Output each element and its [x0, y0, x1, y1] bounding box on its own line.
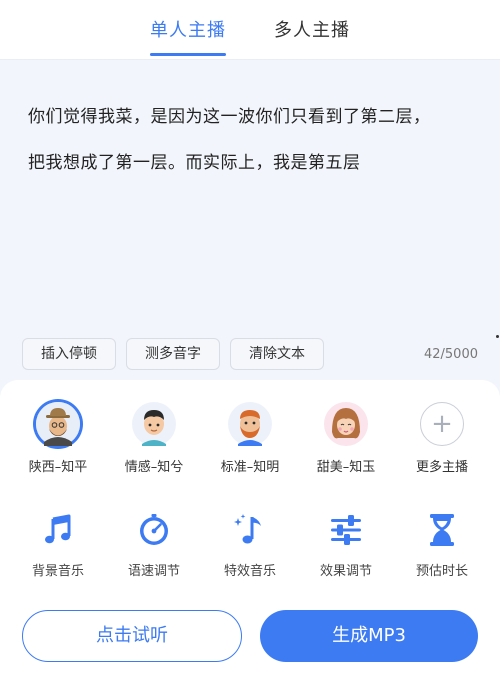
editor-toolbar: 插入停顿 测多音字 清除文本 42/5000	[22, 338, 478, 370]
voice-item-sweet[interactable]: 甜美–知玉	[304, 402, 388, 475]
voice-label: 情感–知兮	[124, 460, 184, 475]
script-line: 把我想成了第一层。而实际上，我是第五层	[28, 153, 361, 173]
bearded-man-avatar-icon	[228, 402, 272, 446]
speed-adjust-button[interactable]: 语速调节	[112, 512, 196, 579]
voice-item-standard[interactable]: 标准–知明	[208, 402, 292, 475]
voice-label: 标准–知明	[220, 460, 280, 475]
voice-list: 陕西–知平 情感–知兮 标准–知明 甜美–知玉 + 更多主播	[0, 402, 500, 475]
voice-label: 陕西–知平	[28, 460, 88, 475]
woman-avatar-icon	[324, 402, 368, 446]
function-label: 背景音乐	[31, 564, 84, 579]
script-text[interactable]: 你们觉得我菜，是因为这一波你们只看到了第二层， 把我想成了第一层。而实际上，我是…	[28, 94, 478, 186]
sliders-icon	[331, 515, 361, 545]
edge-dot	[496, 335, 499, 338]
text-editor[interactable]: 你们觉得我菜，是因为这一波你们只看到了第二层， 把我想成了第一层。而实际上，我是…	[0, 60, 500, 380]
function-list: 背景音乐 语速调节 特效音乐 效果调节 预估时长	[0, 512, 500, 579]
voice-label: 更多主播	[415, 460, 468, 475]
char-count: 42/5000	[423, 346, 478, 362]
function-label: 语速调节	[127, 564, 180, 579]
more-voices-button[interactable]: + 更多主播	[400, 402, 484, 475]
plus-icon: +	[420, 402, 464, 446]
effect-music-button[interactable]: 特效音乐	[208, 512, 292, 579]
polyphone-check-button[interactable]: 测多音字	[126, 338, 220, 370]
tab-multi-anchor[interactable]: 多人主播	[274, 16, 350, 60]
tab-single-anchor[interactable]: 单人主播	[150, 16, 226, 60]
script-line: 你们觉得我菜，是因为这一波你们只看到了第二层，	[28, 107, 431, 127]
function-label: 特效音乐	[223, 564, 276, 579]
tab-bar: 单人主播 多人主播	[0, 0, 500, 60]
control-panel: 陕西–知平 情感–知兮 标准–知明 甜美–知玉 + 更多主播 背景音乐 语速调节…	[0, 380, 500, 680]
voice-item-shaanxi[interactable]: 陕西–知平	[16, 402, 100, 475]
hourglass-icon	[430, 514, 454, 546]
speed-gauge-icon	[140, 514, 168, 545]
action-bar: 点击试听 生成MP3	[22, 610, 478, 662]
clear-text-button[interactable]: 清除文本	[230, 338, 324, 370]
preview-button[interactable]: 点击试听	[22, 610, 242, 662]
effect-adjust-button[interactable]: 效果调节	[304, 512, 388, 579]
background-music-button[interactable]: 背景音乐	[16, 512, 100, 579]
insert-pause-button[interactable]: 插入停顿	[22, 338, 116, 370]
function-label: 预估时长	[415, 564, 468, 579]
voice-label: 甜美–知玉	[316, 460, 376, 475]
generate-mp3-button[interactable]: 生成MP3	[260, 610, 478, 662]
function-label: 效果调节	[319, 564, 372, 579]
sparkle-music-icon	[234, 514, 261, 544]
estimate-duration-button[interactable]: 预估时长	[400, 512, 484, 579]
voice-item-emotion[interactable]: 情感–知兮	[112, 402, 196, 475]
boy-avatar-icon	[132, 402, 176, 446]
man-hat-avatar-icon	[36, 402, 80, 446]
music-note-icon	[45, 514, 71, 544]
